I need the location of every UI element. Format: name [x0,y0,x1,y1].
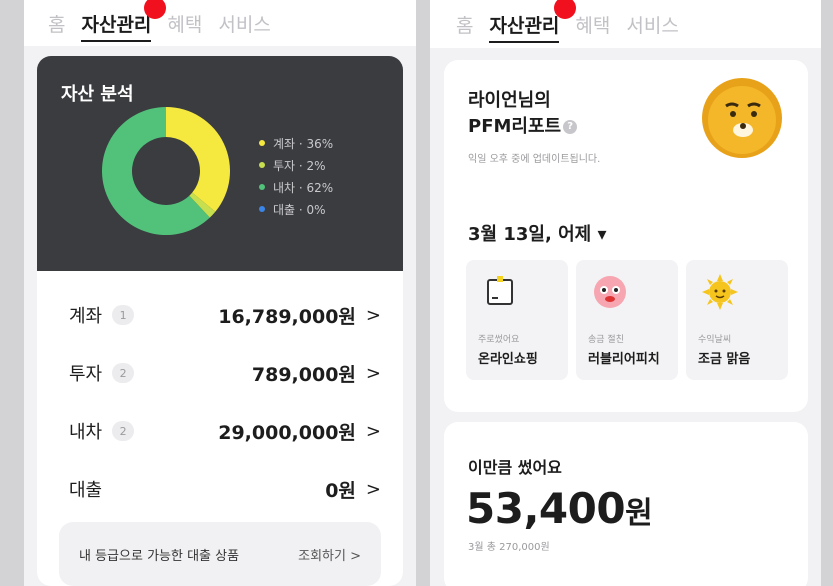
tile-transfer-friend[interactable]: 송금 절친 러블리어피치 [576,260,678,380]
chevron-right-icon: > [365,304,381,326]
legend-item-investment: 투자 · 2% [259,154,333,176]
asset-row-car[interactable]: 내차 2 29,000,000원 > [37,402,403,460]
tab-benefits[interactable]: 혜택 [575,11,610,38]
chevron-right-icon: > [365,420,381,442]
chevron-right-icon: > [365,478,381,500]
tile-main-spending[interactable]: 주로썼어요 온라인쇼핑 [466,260,568,380]
row-amount: 789,000원 [251,363,356,386]
tile-value: 온라인쇼핑 [478,352,538,367]
inquire-link[interactable]: 조회하기 > [298,545,361,564]
asset-analysis-card: 자산 분석 계좌 · 36% 투자 · 2% 내차 · 62% 대출 · 0% … [37,56,403,586]
tile-value: 조금 맑음 [698,352,751,367]
tab-asset-management[interactable]: 자산관리 [81,10,151,42]
row-amount: 29,000,000원 [218,421,356,444]
shopping-box-icon [487,276,513,305]
tab-asset-management[interactable]: 자산관리 [489,11,559,43]
date-selector[interactable]: 3월 13일, 어제 ▾ [468,220,607,246]
asset-donut-chart [101,107,230,235]
right-screen: 홈 자산관리 혜택 서비스 라이언님의 PFM리포트? 익일 오후 중에 업데이… [430,0,821,586]
count-badge: 1 [112,305,135,325]
tab-home[interactable]: 홈 [456,11,473,38]
sun-icon [702,274,738,310]
row-label: 투자 [69,364,103,385]
legend-item-loan: 대출 · 0% [259,198,333,220]
report-title: 라이언님의 PFM리포트? [468,88,578,140]
row-label: 대출 [69,480,103,501]
legend-dot [259,184,265,190]
top-nav: 홈 자산관리 혜택 서비스 [430,0,821,48]
loan-banner-text: 내 등급으로 가능한 대출 상품 [79,548,240,564]
pfm-report-card: 라이언님의 PFM리포트? 익일 오후 중에 업데이트됩니다. 3월 13일, … [444,60,808,412]
loan-products-banner[interactable]: 내 등급으로 가능한 대출 상품 조회하기 > [59,522,381,586]
spending-card[interactable]: 이만큼 썼어요 53,400원 3월 총 270,000원 [444,422,808,586]
spending-amount: 53,400원 [466,484,653,533]
donut-slice-계좌 [166,107,230,212]
tile-caption: 송금 절친 [588,335,624,345]
analysis-title: 자산 분석 [61,84,134,105]
tab-services[interactable]: 서비스 [218,10,270,37]
spending-label: 이만큼 썼어요 [468,458,562,477]
row-label: 계좌 [69,306,103,327]
asset-row-loan[interactable]: 대출 0원 > [37,460,403,518]
legend-dot [259,162,265,168]
ryan-character-icon [702,78,782,158]
top-nav: 홈 자산관리 혜택 서비스 [24,0,416,46]
count-badge: 2 [112,421,135,441]
legend-dot [259,206,265,212]
count-badge: 2 [112,363,135,383]
asset-row-investment[interactable]: 투자 2 789,000원 > [37,344,403,402]
tab-home[interactable]: 홈 [48,10,65,37]
left-screen: 홈 자산관리 혜택 서비스 자산 분석 계좌 · 36% 투자 · 2% 내차 … [24,0,416,586]
legend-dot [259,140,265,146]
row-label: 내차 [69,422,103,443]
help-icon[interactable]: ? [563,120,578,134]
analysis-header: 자산 분석 계좌 · 36% 투자 · 2% 내차 · 62% 대출 · 0% [37,56,403,271]
row-amount: 0원 [325,479,356,502]
update-notice: 익일 오후 중에 업데이트됩니다. [468,154,601,165]
tile-value: 러블리어피치 [588,352,660,367]
tile-caption: 수익날씨 [698,335,732,345]
summary-tiles: 주로썼어요 온라인쇼핑 송금 절친 러블리어피치 수익날씨 조금 맑음 [466,260,788,380]
asset-list: 계좌 1 16,789,000원 > 투자 2 789,000원 > 내차 2 … [37,286,403,518]
legend-item-car: 내차 · 62% [259,176,333,198]
monthly-total: 3월 총 270,000원 [468,542,550,553]
asset-row-account[interactable]: 계좌 1 16,789,000원 > [37,286,403,344]
tile-caption: 주로썼어요 [478,335,520,345]
tile-profit-weather[interactable]: 수익날씨 조금 맑음 [686,260,788,380]
row-amount: 16,789,000원 [218,305,356,328]
chart-legend: 계좌 · 36% 투자 · 2% 내차 · 62% 대출 · 0% [259,132,333,220]
legend-item-account: 계좌 · 36% [259,132,333,154]
chevron-right-icon: > [365,362,381,384]
tab-benefits[interactable]: 혜택 [167,10,202,37]
apeach-character-icon [594,276,626,308]
tab-services[interactable]: 서비스 [626,11,678,38]
